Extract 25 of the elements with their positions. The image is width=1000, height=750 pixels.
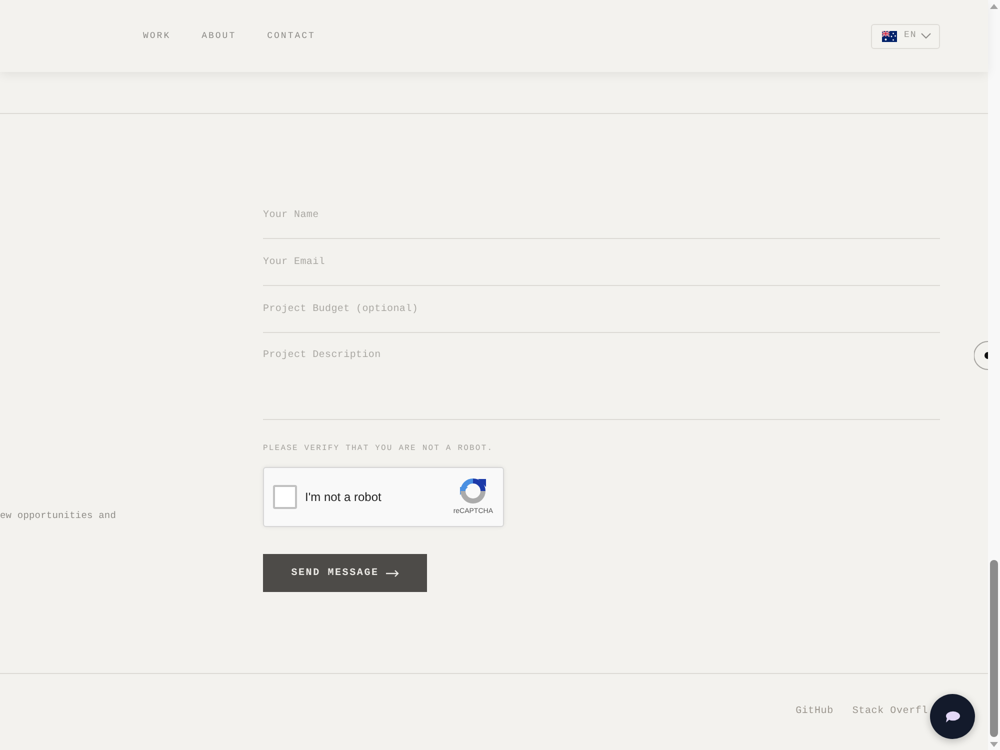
- scrollbar-thumb[interactable]: [990, 560, 998, 737]
- text-field[interactable]: Your Email: [263, 239, 940, 286]
- text-field[interactable]: Project Budget (optional): [263, 286, 940, 333]
- text-field[interactable]: Your Name: [263, 192, 940, 239]
- scroll-down-icon[interactable]: [990, 742, 998, 747]
- nav-link[interactable]: CONTACT: [267, 30, 316, 42]
- scroll-up-icon[interactable]: [990, 4, 998, 9]
- speech-bubble-icon: [945, 710, 960, 722]
- footer-link[interactable]: GitHub: [796, 706, 834, 718]
- circle-handle-icon[interactable]: [974, 341, 988, 370]
- footer-link[interactable]: Stack Overfl: [852, 706, 928, 718]
- captcha-checkbox[interactable]: [273, 485, 297, 509]
- arrow-right-icon: [386, 570, 399, 576]
- chat-button[interactable]: [930, 694, 975, 739]
- nav-link[interactable]: WORK: [143, 30, 171, 42]
- recaptcha-logo-icon: [460, 478, 486, 504]
- intro-text: ew opportunities and: [0, 510, 116, 522]
- nav-link[interactable]: ABOUT: [202, 30, 236, 42]
- captcha-prompt: PLEASE VERIFY THAT YOU ARE NOT A ROBOT.: [263, 444, 494, 454]
- chevron-down-icon: [920, 33, 931, 39]
- flag-icon: [882, 30, 897, 42]
- captcha-label: I'm not a robot: [305, 489, 382, 506]
- textarea-field[interactable]: Project Description: [263, 333, 940, 420]
- send-message-button[interactable]: SEND MESSAGE: [263, 554, 427, 592]
- language-selector[interactable]: EN: [871, 24, 940, 48]
